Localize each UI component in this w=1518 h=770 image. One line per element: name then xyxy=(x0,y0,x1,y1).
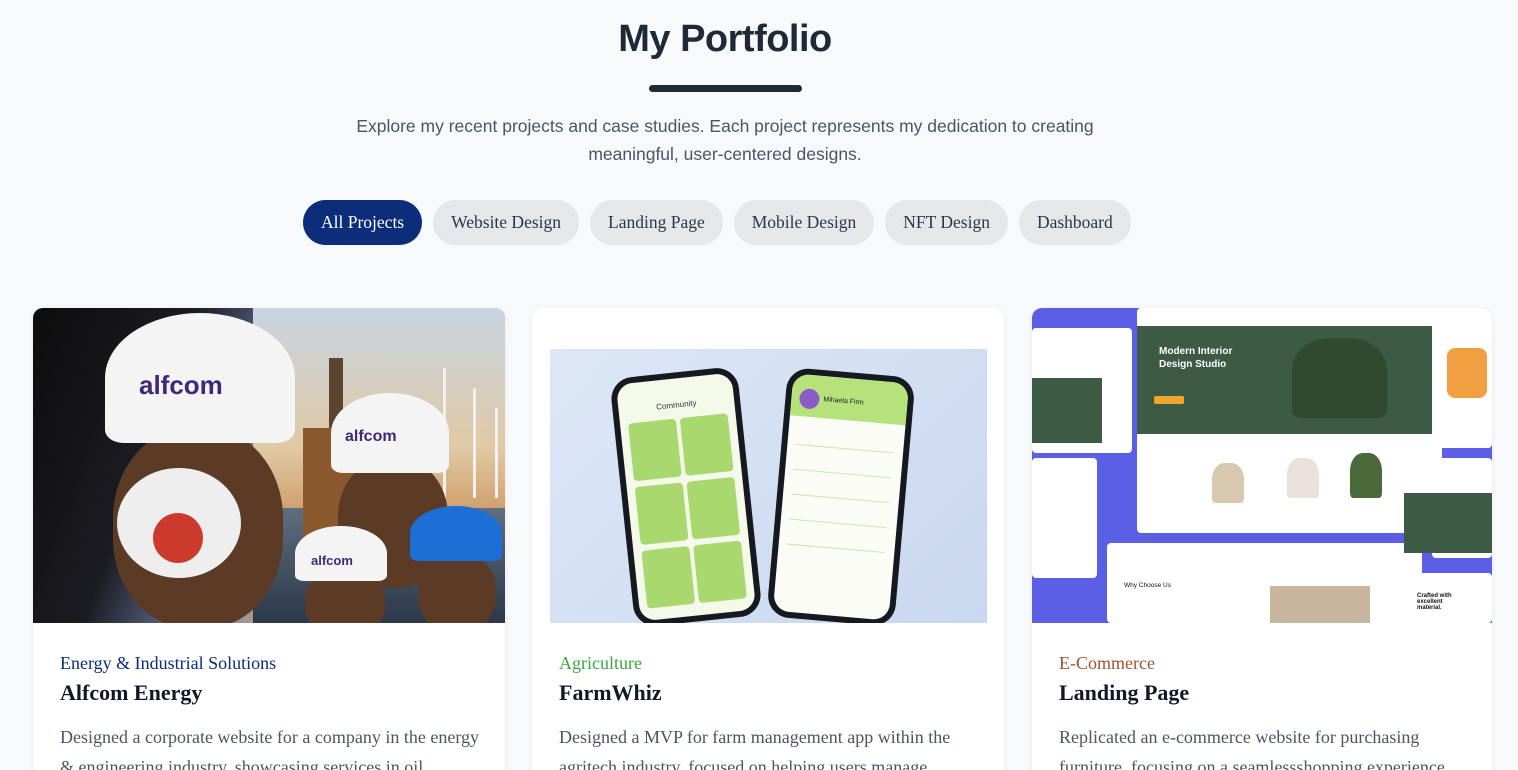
project-category: E-Commerce xyxy=(1059,653,1155,673)
project-info-farmwhiz: Agriculture FarmWhiz Designed a MVP for … xyxy=(559,653,979,770)
page-title: My Portfolio xyxy=(618,18,832,60)
filter-dashboard[interactable]: Dashboard xyxy=(1018,200,1131,245)
project-card-farmwhiz[interactable]: Community Mihaela Firm Agriculture FarmW… xyxy=(532,308,1004,770)
project-category: Energy & Industrial Solutions xyxy=(60,653,277,673)
project-image-farmwhiz: Community Mihaela Firm xyxy=(532,308,1004,623)
project-info-landing-page: E-Commerce Landing Page Replicated an e-… xyxy=(1059,653,1479,770)
filter-nft-design[interactable]: NFT Design xyxy=(885,200,1008,245)
filter-all-projects[interactable]: All Projects xyxy=(303,200,423,245)
project-title: Alfcom Energy xyxy=(60,680,203,705)
project-image-landing-page: Modern Interior Design Studio Why Choose… xyxy=(1032,308,1492,623)
mock-why-choose: Why Choose Us xyxy=(1124,582,1171,589)
project-description: Replicated an e-commerce website for pur… xyxy=(1059,727,1450,770)
project-category: Agriculture xyxy=(559,653,642,673)
project-title: Landing Page xyxy=(1059,680,1190,705)
alfcom-logo-text-1: alfcom xyxy=(139,370,223,400)
filter-bar: All Projects Website Design Landing Page… xyxy=(303,200,1131,245)
filter-website-design[interactable]: Website Design xyxy=(433,200,580,245)
project-card-alfcom[interactable]: alfcom alfcom alfcom Energy & Industrial… xyxy=(33,308,505,770)
subtitle-line-1: Explore my recent projects and case stud… xyxy=(356,116,1094,136)
title-underline xyxy=(649,85,802,92)
mock-hero-title-2: Design Studio xyxy=(1159,359,1227,370)
page-subtitle: Explore my recent projects and case stud… xyxy=(325,112,1125,168)
filter-landing-page[interactable]: Landing Page xyxy=(590,200,723,245)
mock-hero-title-1: Modern Interior xyxy=(1159,346,1233,357)
project-title: FarmWhiz xyxy=(559,680,662,705)
app-screen-title: Community xyxy=(655,398,697,412)
alfcom-logo-text-3: alfcom xyxy=(311,553,353,568)
alfcom-logo-text-2: alfcom xyxy=(345,428,397,445)
subtitle-line-2: meaningful, user-centered designs. xyxy=(588,144,862,164)
project-image-alfcom: alfcom alfcom alfcom xyxy=(33,308,505,623)
project-info-alfcom: Energy & Industrial Solutions Alfcom Ene… xyxy=(60,653,480,770)
project-description: Designed a corporate website for a compa… xyxy=(60,727,480,770)
filter-mobile-design[interactable]: Mobile Design xyxy=(733,200,875,245)
mock-crafted-text: Crafted with excellent material. xyxy=(1417,593,1452,611)
project-description: Designed a MVP for farm management app w… xyxy=(559,727,951,770)
project-card-landing-page[interactable]: Modern Interior Design Studio Why Choose… xyxy=(1032,308,1492,770)
